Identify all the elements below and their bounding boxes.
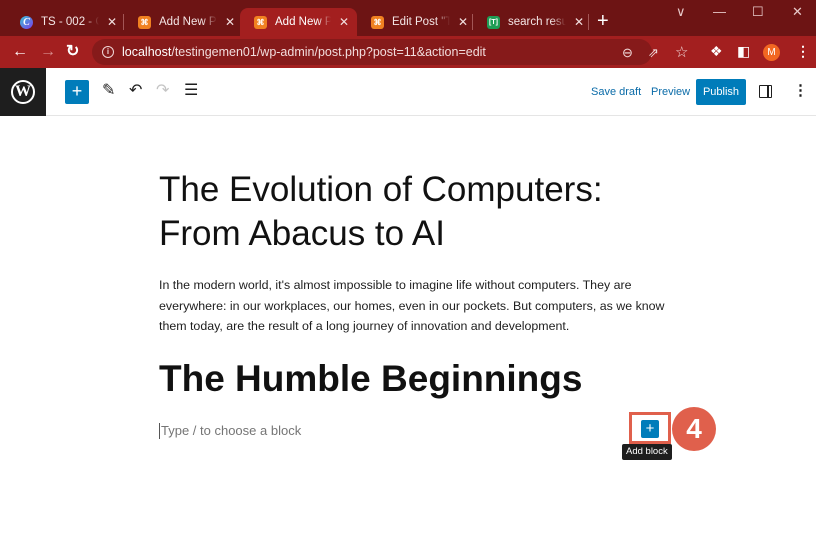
zoom-icon[interactable]: ⊖	[622, 45, 633, 61]
tab-title: search result	[508, 16, 566, 28]
reload-button[interactable]: ↻	[66, 42, 79, 62]
site-info-icon[interactable]: i	[102, 46, 114, 58]
preview-button[interactable]: Preview	[651, 86, 690, 98]
extensions-puzzle-icon[interactable]: ❖	[710, 43, 723, 60]
side-panel-icon[interactable]: ◧	[737, 43, 750, 60]
xampp-icon: ⌘	[371, 15, 384, 29]
document-overview-icon[interactable]: ☰	[184, 81, 198, 101]
empty-block-placeholder[interactable]: Type / to choose a block	[159, 423, 301, 439]
post-title[interactable]: The Evolution of Computers: From Abacus …	[159, 168, 659, 256]
add-block-tooltip: Add block	[622, 444, 672, 460]
tab-title: Edit Post "The	[392, 16, 450, 28]
wordpress-logo-button[interactable]: W	[0, 68, 46, 116]
tab-title: TS - 002 - Canva	[41, 16, 99, 28]
options-menu-icon[interactable]: ⋮	[793, 82, 808, 100]
address-bar[interactable]: i localhost/testingemen01/wp-admin/post.…	[92, 39, 688, 65]
browser-tab-add-new-post-active[interactable]: ⌘ Add New Post ✕	[240, 8, 357, 36]
tools-pencil-icon[interactable]: ✎	[102, 81, 115, 101]
editor-header: W + ✎ ↶ ↷ ☰ Save draft Preview Publish ⋮	[0, 68, 816, 116]
close-icon[interactable]: ✕	[339, 15, 349, 29]
tensor-icon: [T]	[487, 15, 500, 29]
block-inserter-button[interactable]: +	[65, 80, 89, 104]
publish-button[interactable]: Publish	[696, 79, 746, 105]
tab-separator	[588, 14, 589, 30]
close-icon[interactable]: ✕	[107, 15, 117, 29]
back-button[interactable]: ←	[12, 42, 28, 62]
close-icon[interactable]: ✕	[458, 15, 468, 29]
window-close-button[interactable]: ✕	[792, 4, 803, 20]
wordpress-icon: W	[11, 80, 35, 104]
close-icon[interactable]: ✕	[225, 15, 235, 29]
browser-tab-search-result[interactable]: [T] search result ✕	[473, 8, 592, 36]
heading-block[interactable]: The Humble Beginnings	[159, 356, 582, 402]
tab-search-chevron-icon[interactable]: ∨	[676, 4, 686, 20]
browser-menu-icon[interactable]: ⋮	[796, 43, 810, 60]
browser-tab-add-new-post[interactable]: ⌘ Add New Post ✕	[124, 8, 243, 36]
canva-icon: C	[20, 15, 33, 29]
minimize-button[interactable]: —	[713, 4, 726, 19]
browser-toolbar: ← → ↻ i localhost/testingemen01/wp-admin…	[0, 36, 816, 68]
xampp-icon: ⌘	[254, 15, 267, 29]
new-tab-button[interactable]: +	[597, 10, 609, 32]
url-text[interactable]: localhost/testingemen01/wp-admin/post.ph…	[122, 45, 486, 59]
step-number-badge: 4	[672, 407, 716, 451]
share-icon[interactable]: ⇗	[648, 45, 659, 61]
add-block-button[interactable]: +	[641, 420, 659, 438]
bookmark-star-icon[interactable]: ☆	[675, 43, 688, 61]
tab-title: Add New Post	[275, 16, 331, 28]
paragraph-block[interactable]: In the modern world, it's almost impossi…	[159, 275, 669, 337]
close-icon[interactable]: ✕	[574, 15, 584, 29]
forward-button[interactable]: →	[40, 42, 56, 62]
undo-icon[interactable]: ↶	[129, 81, 142, 101]
browser-tab-canva[interactable]: C TS - 002 - Canva ✕	[6, 8, 125, 36]
browser-tab-strip: C TS - 002 - Canva ✕ ⌘ Add New Post ✕ ⌘ …	[0, 0, 816, 36]
tab-title: Add New Post	[159, 16, 217, 28]
redo-icon[interactable]: ↷	[156, 81, 169, 101]
browser-tab-edit-post[interactable]: ⌘ Edit Post "The ✕	[357, 8, 476, 36]
profile-avatar[interactable]: M	[763, 44, 780, 61]
save-draft-button[interactable]: Save draft	[591, 86, 641, 98]
maximize-button[interactable]: ☐	[752, 4, 764, 20]
xampp-icon: ⌘	[138, 15, 151, 29]
settings-sidebar-icon[interactable]	[759, 85, 772, 98]
